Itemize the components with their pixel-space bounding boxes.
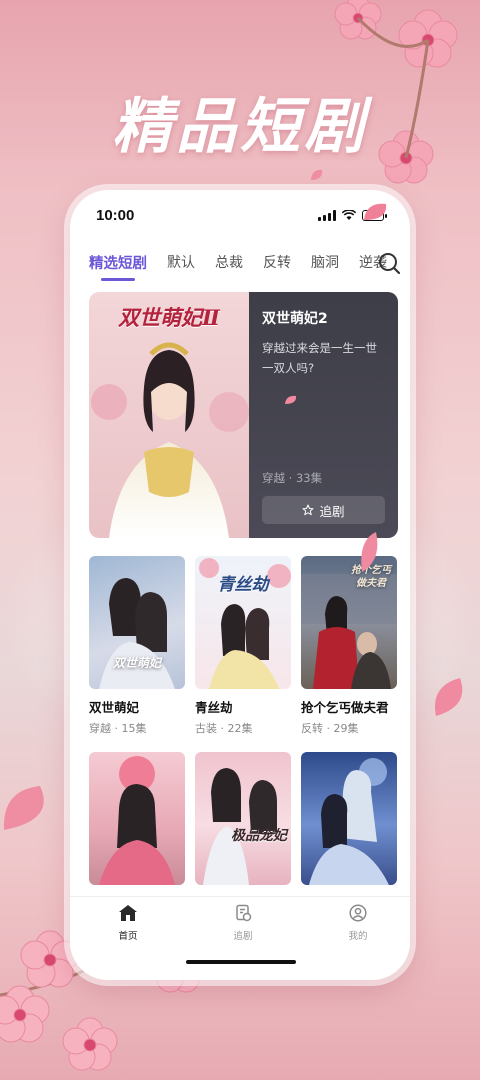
tab-fantasy[interactable]: 脑洞: [311, 252, 339, 272]
follow-button-label: 追剧: [319, 503, 345, 519]
drama-poster-caption: 青丝劫: [217, 575, 269, 595]
drama-poster[interactable]: 抢个乞丐做夫君: [301, 556, 397, 689]
tab-featured[interactable]: 精选短剧: [89, 252, 147, 281]
falling-petal: [285, 395, 297, 404]
drama-card[interactable]: [301, 752, 397, 885]
featured-info-panel: 双世萌妃2 穿越过来会是一生一世一双人吗? 穿越 · 33集 追剧: [249, 292, 398, 538]
falling-petal: [364, 203, 387, 220]
wifi-icon: [342, 209, 356, 220]
search-icon[interactable]: [376, 250, 402, 276]
bottom-nav: 首页 追剧 我的: [70, 896, 410, 980]
follow-button[interactable]: 追剧: [262, 496, 385, 524]
drama-poster[interactable]: 极品宠妃: [195, 752, 291, 885]
drama-poster-caption: 双世萌妃: [112, 656, 161, 670]
follow-list-icon: [236, 904, 252, 922]
falling-petal: [361, 532, 378, 572]
signal-icon: [318, 209, 336, 221]
drama-card[interactable]: 抢个乞丐做夫君 抢个乞丐做夫君 反转 · 29集: [301, 556, 397, 736]
nav-profile-label: 我的: [348, 931, 368, 942]
profile-icon: [349, 904, 367, 922]
featured-poster[interactable]: 双世萌妃Ⅱ: [89, 292, 249, 538]
nav-follow[interactable]: 追剧: [213, 904, 273, 942]
promo-headline: 精品短剧: [112, 92, 368, 162]
status-bar: 10:00: [70, 190, 410, 240]
tab-ceo[interactable]: 总裁: [215, 252, 243, 272]
drama-meta: 穿越 · 15集: [89, 722, 147, 735]
tab-twist[interactable]: 反转: [263, 252, 291, 272]
drama-poster[interactable]: [301, 752, 397, 885]
nav-follow-label: 追剧: [233, 931, 253, 942]
drama-meta: 古装 · 22集: [195, 722, 253, 735]
falling-petal: [3, 786, 44, 830]
category-tabs: 精选短剧 默认 总裁 反转 脑洞 逆袭: [70, 242, 410, 282]
falling-petal: [435, 678, 463, 716]
featured-title: 双世萌妃2: [262, 311, 328, 327]
falling-petal: [311, 169, 323, 180]
drama-poster[interactable]: [89, 752, 185, 885]
drama-title: 青丝劫: [195, 700, 233, 715]
status-time: 10:00: [96, 206, 135, 224]
nav-home[interactable]: 首页: [98, 904, 158, 942]
home-indicator: [186, 960, 296, 964]
drama-poster[interactable]: 青丝劫: [195, 556, 291, 689]
drama-poster-caption: 极品宠妃: [231, 828, 287, 844]
drama-poster[interactable]: 双世萌妃: [89, 556, 185, 689]
home-icon: [119, 905, 137, 921]
featured-description: 穿越过来会是一生一世一双人吗?: [262, 341, 377, 375]
drama-card[interactable]: [89, 752, 185, 885]
drama-card[interactable]: 极品宠妃: [195, 752, 291, 885]
nav-profile[interactable]: 我的: [328, 904, 388, 942]
drama-card[interactable]: 青丝劫 青丝劫 古装 · 22集: [195, 556, 291, 736]
nav-home-label: 首页: [118, 931, 138, 942]
tab-default[interactable]: 默认: [167, 252, 195, 272]
featured-drama-card[interactable]: 双世萌妃Ⅱ 双世萌妃2 穿越过来会是一生一世一双人吗? 穿越 · 33集 追剧: [89, 292, 398, 538]
featured-meta: 穿越 · 33集: [262, 471, 323, 485]
phone-screen: 10:00 精选短剧 默认 总裁 反转 脑洞 逆袭 双世萌妃Ⅱ 双世萌妃2 穿越…: [70, 190, 410, 980]
drama-title: 双世萌妃: [89, 700, 140, 715]
featured-poster-caption: 双世萌妃Ⅱ: [118, 305, 220, 330]
drama-meta: 反转 · 29集: [301, 722, 359, 735]
star-icon: [302, 504, 314, 516]
drama-card[interactable]: 双世萌妃 双世萌妃 穿越 · 15集: [89, 556, 185, 736]
drama-title: 抢个乞丐做夫君: [301, 700, 389, 715]
